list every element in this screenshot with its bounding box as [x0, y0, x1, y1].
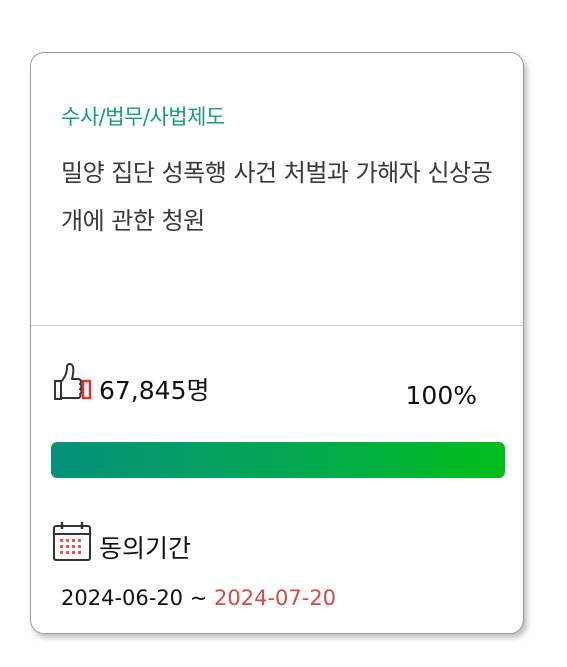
petition-title: 밀양 집단 성폭행 사건 처벌과 가해자 신상공개에 관한 청원: [61, 159, 493, 235]
petition-category: 수사/법무/사법제도: [61, 105, 225, 129]
petition-card[interactable]: 수사/법무/사법제도 밀양 집단 성폭행 사건 처벌과 가해자 신상공개에 관한…: [30, 52, 524, 634]
agree-percent: 100%: [405, 381, 477, 410]
progress-bar: [51, 442, 505, 478]
period-label: 동의기간: [99, 534, 192, 563]
thumbs-up-icon: [51, 359, 93, 405]
petition-header: 수사/법무/사법제도 밀양 집단 성폭행 사건 처벌과 가해자 신상공개에 관한…: [31, 53, 523, 325]
agree-count: 67,845명: [99, 376, 210, 405]
end-date: 2024-07-20: [214, 586, 337, 610]
date-separator: ~: [183, 586, 214, 610]
progress-fill: [51, 442, 505, 478]
start-date: 2024-06-20: [61, 586, 184, 610]
period-dates: 2024-06-20 ~ 2024-07-20: [61, 586, 336, 610]
calendar-icon: [51, 519, 93, 563]
card-divider: [31, 325, 523, 326]
